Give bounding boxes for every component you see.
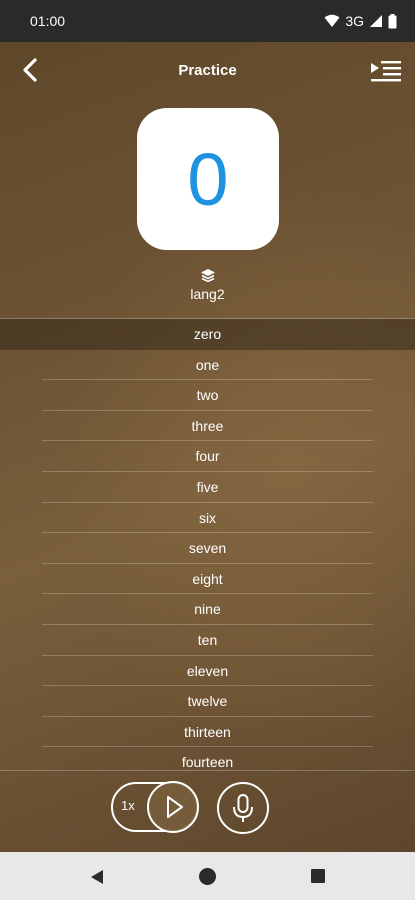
word-label: zero — [193, 326, 222, 342]
word-list-item[interactable]: twelve — [0, 686, 415, 717]
playlist-play-icon[interactable] — [369, 58, 403, 84]
controls-divider — [0, 770, 415, 771]
microphone-button[interactable] — [217, 782, 269, 834]
back-arrow-icon[interactable] — [16, 56, 44, 84]
speed-play-group: 1x — [111, 781, 199, 833]
word-list-item[interactable]: zero — [0, 319, 415, 350]
app-header: Practice — [0, 42, 415, 98]
nav-recents-icon[interactable] — [311, 869, 325, 883]
network-type: 3G — [345, 13, 364, 29]
word-label: ten — [197, 631, 218, 648]
nav-home-icon[interactable] — [199, 868, 216, 885]
word-label: fourteen — [181, 754, 234, 770]
word-list-item[interactable]: two — [0, 380, 415, 411]
number-card[interactable]: 0 — [137, 108, 279, 250]
wifi-icon — [324, 14, 340, 27]
word-list-item[interactable]: seven — [0, 533, 415, 564]
page-title: Practice — [178, 61, 237, 79]
language-label[interactable]: lang2 — [0, 286, 415, 302]
word-label: five — [196, 478, 219, 495]
status-bar: 01:00 3G — [0, 0, 415, 42]
battery-icon — [388, 13, 397, 28]
status-time: 01:00 — [30, 13, 66, 29]
word-label: one — [195, 356, 220, 373]
word-list-item[interactable]: nine — [0, 594, 415, 625]
layers-icon — [201, 269, 215, 282]
word-label: nine — [194, 601, 221, 618]
word-list-item[interactable]: six — [0, 503, 415, 534]
status-icons: 3G — [324, 13, 397, 29]
word-label: twelve — [187, 693, 228, 710]
word-label: six — [198, 509, 217, 526]
word-label: two — [196, 387, 219, 404]
word-list-item[interactable]: ten — [0, 625, 415, 656]
nav-back-icon[interactable] — [88, 868, 106, 886]
signal-icon — [370, 15, 382, 27]
word-list-item[interactable]: thirteen — [0, 717, 415, 748]
word-list-item[interactable]: fourteen — [0, 747, 415, 770]
speed-label[interactable]: 1x — [121, 798, 135, 813]
word-label: four — [195, 448, 220, 465]
app-root: 01:00 3G Practice 0 lang2 zero one two t… — [0, 0, 415, 900]
word-list[interactable]: zero one two three four five six seven eight nine… — [0, 319, 415, 770]
system-nav-bar — [0, 852, 415, 900]
word-list-item[interactable]: eight — [0, 564, 415, 595]
microphone-icon — [233, 794, 253, 822]
word-list-item[interactable]: eleven — [0, 656, 415, 687]
word-label: three — [191, 417, 224, 434]
word-label: thirteen — [184, 723, 231, 740]
play-button[interactable] — [147, 781, 199, 833]
word-list-item[interactable]: three — [0, 411, 415, 442]
word-list-item[interactable]: one — [0, 350, 415, 381]
card-digit: 0 — [187, 137, 229, 221]
word-label: seven — [188, 540, 227, 557]
word-label: eight — [192, 570, 223, 587]
word-label: eleven — [186, 662, 229, 679]
play-icon — [167, 796, 183, 818]
word-list-item[interactable]: five — [0, 472, 415, 503]
word-list-item[interactable]: four — [0, 441, 415, 472]
